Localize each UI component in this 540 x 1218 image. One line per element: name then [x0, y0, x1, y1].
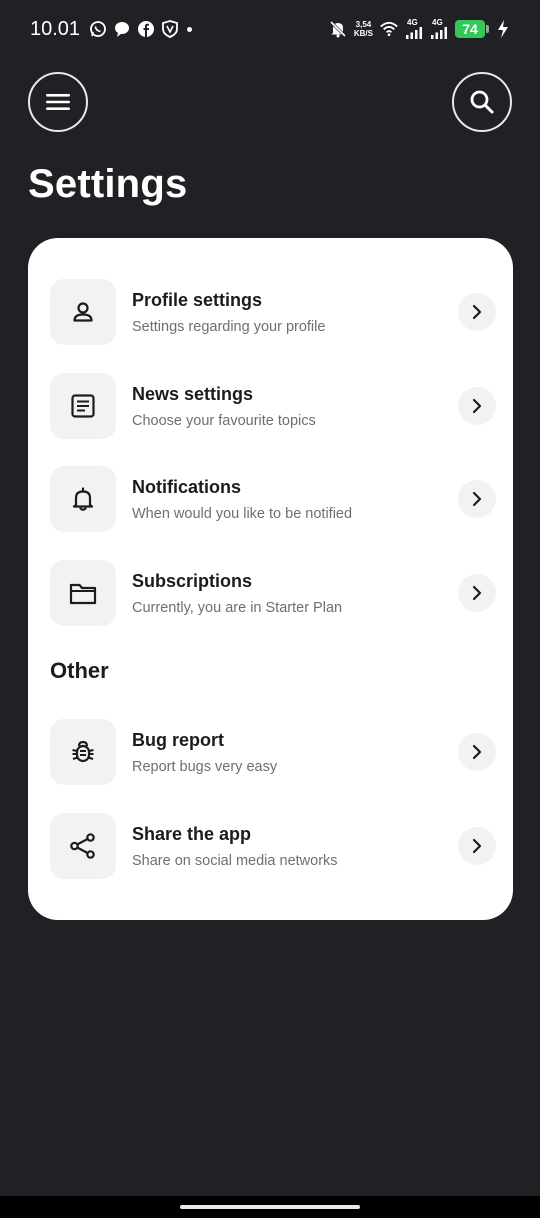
- row-icon-tile: [50, 813, 116, 879]
- share-icon: [70, 833, 95, 859]
- row-title: Notifications: [132, 476, 242, 497]
- status-time: 10.01: [30, 17, 81, 40]
- signal-2: 4G: [430, 19, 448, 39]
- row-title: Share the app: [132, 823, 252, 844]
- settings-card: Profile settings Settings regarding your…: [28, 238, 513, 920]
- signal-bars-icon: [431, 27, 447, 39]
- chevron-right-button[interactable]: [458, 733, 496, 771]
- chevron-right-icon: [472, 398, 482, 414]
- row-subtitle: When would you like to be notified: [132, 505, 353, 522]
- row-icon-tile: [50, 279, 116, 345]
- settings-item-subscriptions[interactable]: Subscriptions Currently, you are in Star…: [50, 560, 496, 626]
- hamburger-menu-icon: [46, 94, 70, 110]
- signal-2-label: 4G: [432, 18, 443, 27]
- row-text: Profile settings Settings regarding your…: [132, 288, 458, 337]
- chevron-right-button[interactable]: [458, 827, 496, 865]
- chevron-right-icon: [472, 838, 482, 854]
- row-text: Share the app Share on social media netw…: [132, 822, 458, 871]
- settings-item-profile[interactable]: Profile settings Settings regarding your…: [50, 279, 496, 345]
- chevron-right-icon: [472, 585, 482, 601]
- row-icon-tile: [50, 560, 116, 626]
- more-notifications-dot: [187, 26, 193, 32]
- user-icon: [73, 302, 93, 322]
- chevron-right-button[interactable]: [458, 574, 496, 612]
- row-subtitle: Currently, you are in Starter Plan: [132, 599, 343, 616]
- row-text: Notifications When would you like to be …: [132, 475, 458, 524]
- chevron-right-icon: [472, 744, 482, 760]
- row-icon-tile: [50, 719, 116, 785]
- bug-icon: [72, 740, 94, 763]
- wifi-icon: [380, 20, 398, 38]
- status-right: 3,54 KB/S 4G 4G 74: [329, 19, 512, 39]
- chevron-right-icon: [472, 491, 482, 507]
- settings-item-news[interactable]: News settings Choose your favourite topi…: [50, 373, 496, 439]
- status-left: 10.01: [30, 17, 193, 41]
- bell-icon: [72, 487, 94, 511]
- chevron-right-button[interactable]: [458, 387, 496, 425]
- row-icon-tile: [50, 466, 116, 532]
- section-label-other: Other: [50, 658, 109, 683]
- settings-item-notifications[interactable]: Notifications When would you like to be …: [50, 466, 496, 532]
- battery-indicator: 74: [455, 20, 489, 38]
- settings-item-share-app[interactable]: Share the app Share on social media netw…: [50, 813, 496, 879]
- net-speed-value: 3,54: [355, 20, 372, 29]
- net-speed: 3,54 KB/S: [354, 20, 373, 38]
- menu-button[interactable]: [28, 72, 88, 132]
- row-subtitle: Share on social media networks: [132, 852, 338, 869]
- row-title: News settings: [132, 383, 254, 404]
- search-icon: [470, 90, 494, 114]
- row-title: Subscriptions: [132, 570, 253, 591]
- row-subtitle: Report bugs very easy: [132, 758, 278, 775]
- signal-bars-icon: [406, 27, 422, 39]
- row-title: Profile settings: [132, 289, 263, 310]
- row-text: News settings Choose your favourite topi…: [132, 382, 458, 431]
- news-icon: [71, 394, 95, 418]
- row-text: Bug report Report bugs very easy: [132, 728, 458, 777]
- chevron-right-button[interactable]: [458, 293, 496, 331]
- bell-off-icon: [329, 20, 347, 38]
- home-indicator[interactable]: [180, 1205, 360, 1209]
- chevron-right-button[interactable]: [458, 480, 496, 518]
- row-subtitle: Choose your favourite topics: [132, 412, 316, 429]
- net-speed-unit: KB/S: [353, 29, 373, 38]
- row-icon-tile: [50, 373, 116, 439]
- status-bar: 10.01 3,54 KB/S 4G 4G 74: [0, 0, 540, 58]
- page-title: Settings: [28, 162, 188, 206]
- chevron-right-icon: [472, 304, 482, 320]
- row-title: Bug report: [132, 729, 224, 750]
- signal-1: 4G: [405, 19, 423, 39]
- facebook-icon: [137, 20, 155, 38]
- system-nav-bar: [0, 1196, 540, 1218]
- whatsapp-icon: [89, 20, 107, 38]
- signal-1-label: 4G: [407, 18, 418, 27]
- charging-bolt-icon: [494, 20, 512, 38]
- search-button[interactable]: [452, 72, 512, 132]
- settings-item-bug-report[interactable]: Bug report Report bugs very easy: [50, 719, 496, 785]
- shield-app-icon: [161, 20, 179, 38]
- folder-icon: [69, 583, 97, 605]
- row-subtitle: Settings regarding your profile: [132, 318, 326, 335]
- row-text: Subscriptions Currently, you are in Star…: [132, 569, 458, 618]
- chat-bubble-icon: [113, 20, 131, 38]
